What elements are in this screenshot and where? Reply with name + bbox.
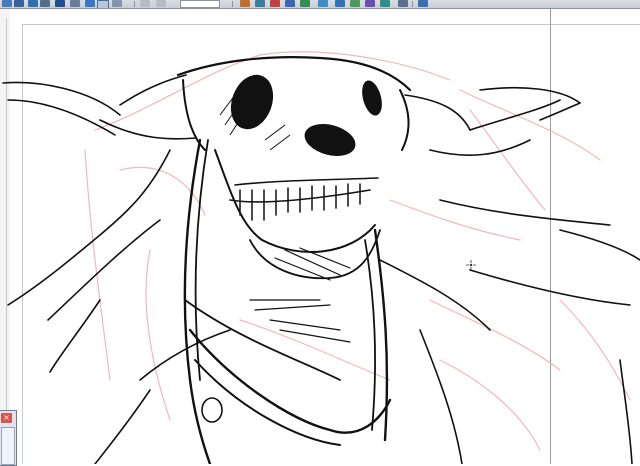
ink-layer (2, 56, 640, 464)
sketch-drawing (2, 51, 640, 464)
close-button[interactable]: × (1, 413, 12, 423)
rough-sketch-layer (84, 51, 631, 451)
floating-panel[interactable]: × (0, 410, 17, 466)
eye-sockets (230, 74, 382, 156)
close-icon: × (3, 413, 10, 422)
crosshair-cursor-icon (466, 255, 476, 270)
panel-content (1, 427, 15, 465)
